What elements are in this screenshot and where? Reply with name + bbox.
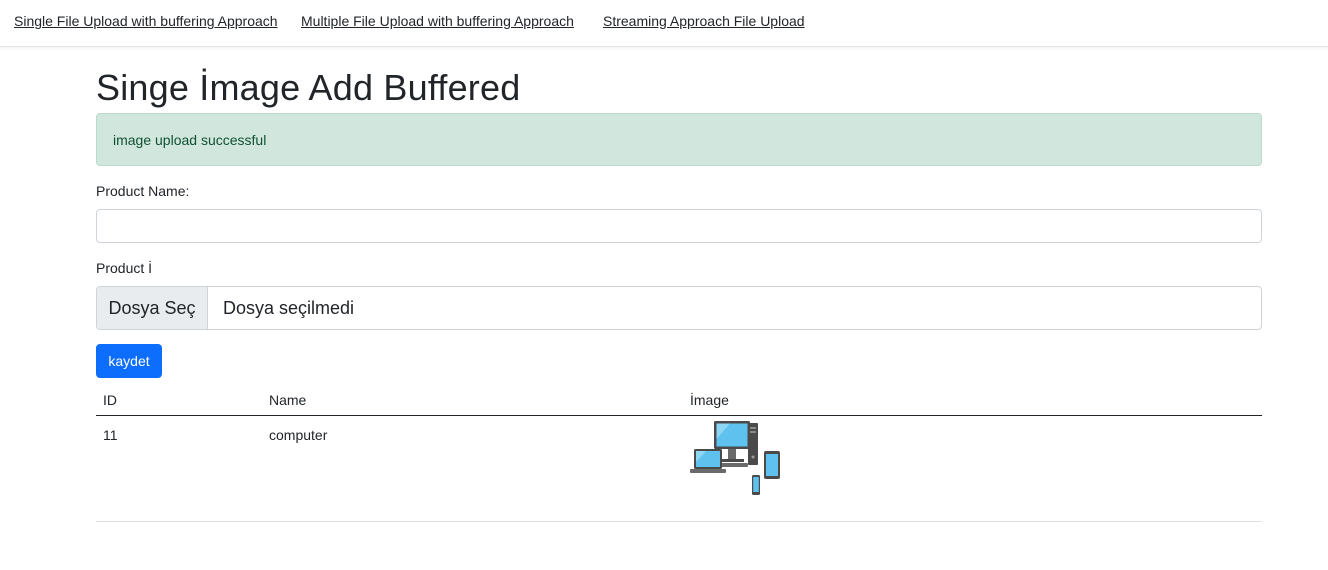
cell-id: 11 bbox=[96, 415, 262, 522]
file-status-text: Dosya seçilmedi bbox=[223, 297, 355, 318]
products-table: ID Name İmage 11 computer bbox=[96, 385, 1262, 522]
success-alert: image upload successful bbox=[96, 113, 1262, 166]
nav-link-multiple-file-upload[interactable]: Multiple File Upload with buffering Appr… bbox=[301, 13, 574, 29]
nav-link-streaming-upload[interactable]: Streaming Approach File Upload bbox=[603, 13, 805, 29]
column-header-image: İmage bbox=[683, 385, 1262, 416]
table-row: 11 computer bbox=[96, 415, 1262, 522]
product-name-label: Product Name: bbox=[96, 183, 190, 199]
column-header-name: Name bbox=[262, 385, 683, 416]
table-header-row: ID Name İmage bbox=[96, 385, 1262, 416]
top-nav: Single File Upload with buffering Approa… bbox=[0, 0, 1328, 47]
alert-message: image upload successful bbox=[113, 131, 267, 148]
nav-link-single-file-upload[interactable]: Single File Upload with buffering Approa… bbox=[14, 13, 278, 29]
product-image-file-input[interactable]: Dosya Seç Dosya seçilmedi bbox=[96, 286, 1262, 330]
page-title: Singe İmage Add Buffered bbox=[96, 67, 521, 108]
column-header-id: ID bbox=[96, 385, 262, 416]
choose-file-button[interactable]: Dosya Seç bbox=[97, 287, 208, 329]
cell-image bbox=[683, 415, 1262, 522]
product-image-label: Product İ bbox=[96, 260, 153, 276]
devices-icon bbox=[690, 420, 780, 495]
product-name-input[interactable] bbox=[96, 209, 1262, 243]
cell-name: computer bbox=[262, 415, 683, 522]
save-button[interactable]: kaydet bbox=[96, 344, 162, 378]
